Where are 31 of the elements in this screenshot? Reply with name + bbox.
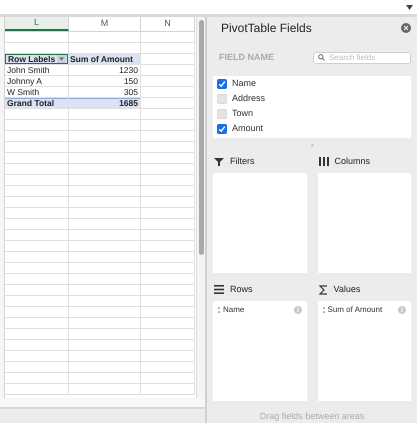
table-cell-text: Johnny A — [6, 76, 43, 86]
table-cell: Grand Total — [5, 98, 68, 108]
field-label: Name — [232, 77, 256, 90]
column-header[interactable]: N — [141, 17, 195, 31]
field-label: Town — [232, 107, 254, 120]
table-cell-text: John Smith — [6, 65, 51, 75]
table-header-cell: Sum of Amount — [69, 54, 140, 64]
table-cell-text: 150 — [122, 76, 139, 86]
column-header[interactable]: M — [69, 17, 141, 31]
area-label: Rows — [230, 282, 253, 296]
footer-hint: Drag fields between areas — [260, 410, 364, 423]
area-field-label: Sum of Amount — [328, 304, 382, 316]
area-label: Columns — [334, 154, 370, 168]
search-field[interactable]: Search fields — [313, 52, 411, 64]
table-cell: 1685 — [69, 98, 140, 108]
area-field[interactable]: Name — [213, 304, 306, 316]
area-label: Filters — [230, 154, 254, 168]
row-labels-header[interactable]: Row Labels — [5, 54, 68, 64]
column-header[interactable]: L — [5, 17, 69, 31]
field-label: Amount — [232, 122, 264, 136]
drop-area[interactable]: Sum of Amount — [318, 300, 411, 400]
field-label: Address — [232, 92, 266, 106]
field-name-label: FIELD NAME — [219, 51, 274, 64]
area-field[interactable]: Sum of Amount — [318, 304, 411, 316]
area-label: Values — [334, 282, 360, 296]
table-cell-text: W Smith — [6, 87, 40, 97]
panel-title: PivotTable Fields — [221, 20, 312, 37]
drop-area[interactable]: Name — [213, 300, 306, 400]
table-cell-text: 305 — [122, 87, 139, 97]
table-cell-text: 1230 — [118, 65, 139, 75]
area-field-label: Name — [223, 304, 244, 316]
